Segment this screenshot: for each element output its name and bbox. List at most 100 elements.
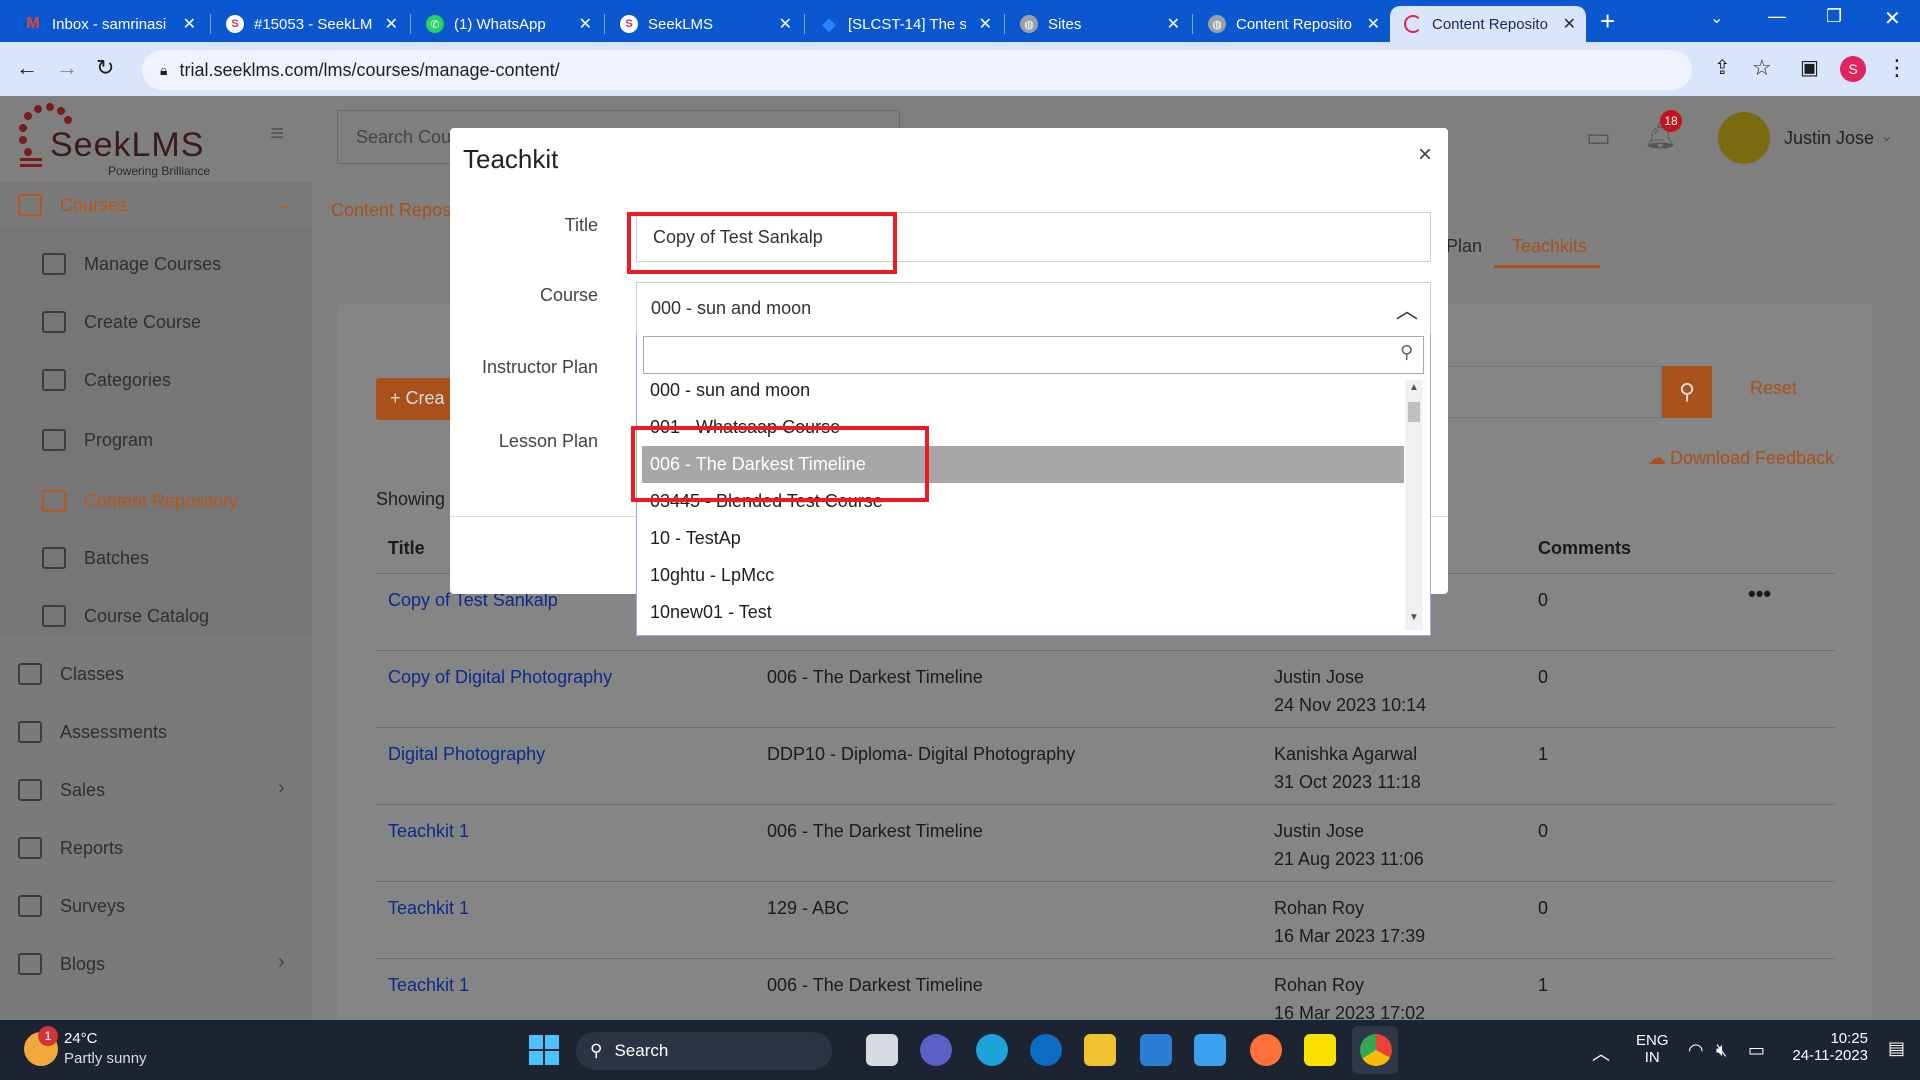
windows-start-icon[interactable] [528, 1034, 560, 1066]
sidebar-item-program[interactable]: Program [42, 429, 153, 451]
teams-icon[interactable] [920, 1034, 952, 1066]
forward-icon[interactable]: → [56, 55, 78, 81]
dropdown-search-input[interactable] [643, 336, 1424, 374]
share-icon[interactable]: ⇪ [1714, 55, 1731, 80]
calendar-icon[interactable] [1194, 1034, 1226, 1066]
sidebar-item-surveys[interactable]: Surveys [18, 895, 125, 917]
wifi-icon[interactable]: ◠ [1688, 1040, 1704, 1061]
tab-plan[interactable]: Plan [1446, 236, 1482, 257]
chrome-icon[interactable] [1360, 1034, 1392, 1066]
minimize-icon[interactable]: — [1768, 6, 1786, 27]
dropdown-option[interactable]: 10 - TestAp [642, 520, 1404, 557]
sidebar-item-courses[interactable]: Courses [18, 194, 127, 216]
tab-seeklms-ticket[interactable]: S #15053 - SeekLMS ✕ [212, 6, 408, 42]
row-title-link[interactable]: Teachkit 1 [388, 894, 469, 922]
task-view-icon[interactable] [866, 1034, 898, 1066]
user-name[interactable]: Justin Jose [1784, 128, 1874, 149]
tab-gmail[interactable]: M Inbox - samrinasi ✕ [10, 6, 206, 42]
browser-menu-icon[interactable]: ⋮ [1886, 55, 1908, 81]
reset-link[interactable]: Reset [1750, 378, 1797, 399]
sidebar-item-batches[interactable]: Batches [42, 547, 149, 569]
download-feedback-link[interactable]: ☁ Download Feedback [1648, 448, 1834, 469]
chevron-down-icon[interactable]: ⌄ [278, 194, 291, 214]
tab-content-repository[interactable]: ◍ Content Reposito ✕ [1194, 6, 1390, 42]
taskbar-search[interactable]: ⚲ Search [576, 1032, 832, 1070]
avatar[interactable] [1718, 112, 1770, 164]
file-explorer-icon[interactable] [1084, 1034, 1116, 1066]
chevron-down-icon[interactable]: ⌄ [1880, 126, 1893, 146]
notifications-icon[interactable]: ▤ [1888, 1038, 1905, 1059]
volume-muted-icon[interactable]: 🔇︎ [1716, 1040, 1727, 1061]
chevron-right-icon[interactable]: › [278, 777, 285, 800]
close-icon[interactable]: ✕ [1563, 14, 1576, 34]
tab-seeklms[interactable]: S SeekLMS ✕ [606, 6, 802, 42]
new-tab-button[interactable]: + [1600, 6, 1615, 37]
edge-icon[interactable] [976, 1034, 1008, 1066]
mail-icon[interactable] [1140, 1034, 1172, 1066]
more-actions-icon[interactable]: ••• [1748, 580, 1771, 608]
sidebar-item-reports[interactable]: Reports [18, 837, 123, 859]
sidebar-item-sales[interactable]: Sales [18, 779, 105, 801]
window-close-icon[interactable]: ✕ [1884, 6, 1901, 31]
tab-whatsapp[interactable]: ✆ (1) WhatsApp ✕ [412, 6, 602, 42]
sidebar-item-create-course[interactable]: Create Course [42, 311, 201, 333]
sidebar-item-blogs[interactable]: Blogs [18, 953, 105, 975]
modal-close-icon[interactable]: × [1418, 141, 1432, 169]
tab-jira[interactable]: ◆ [SLCST-14] The s ✕ [806, 6, 1002, 42]
chevron-right-icon[interactable]: › [278, 951, 285, 974]
hamburger-menu-icon[interactable]: ≡ [270, 122, 296, 146]
row-title-link[interactable]: Teachkit 1 [388, 817, 469, 845]
profile-avatar[interactable]: S [1840, 56, 1866, 82]
row-comments: 0 [1538, 821, 1549, 841]
row-author: Justin Jose 21 Aug 2023 11:06 [1274, 821, 1424, 869]
search-icon[interactable]: ⚲ [1662, 366, 1712, 418]
close-icon[interactable]: ✕ [385, 14, 398, 34]
side-panel-icon[interactable]: ▣ [1800, 55, 1819, 80]
back-icon[interactable]: ← [16, 55, 38, 81]
row-title-link[interactable]: Digital Photography [388, 740, 545, 768]
dropdown-option[interactable]: 10ghtu - LpMcc [642, 557, 1404, 594]
sidebar-item-assessments[interactable]: Assessments [18, 721, 167, 743]
close-icon[interactable]: ✕ [979, 14, 992, 34]
clock[interactable]: 10:25 24-11-2023 [1784, 1030, 1868, 1064]
row-course: 006 - The Darkest Timeline [767, 667, 983, 687]
create-teachkit-button[interactable]: + Crea [376, 378, 452, 420]
course-select[interactable]: 000 - sun and moon ︿ [636, 282, 1431, 334]
tab-sites[interactable]: ◍ Sites ✕ [1006, 6, 1190, 42]
sidebar-item-classes[interactable]: Classes [18, 663, 124, 685]
close-icon[interactable]: ✕ [1367, 14, 1380, 34]
address-bar[interactable]: 🔒︎ trial.seeklms.com/lms/courses/manage-… [142, 50, 1692, 90]
teamviewer-icon[interactable] [1030, 1034, 1062, 1066]
reload-icon[interactable]: ↻ [96, 55, 114, 81]
row-title-link[interactable]: Teachkit 1 [388, 971, 469, 999]
chat-icon[interactable]: ▭ [1586, 122, 1611, 153]
close-icon[interactable]: ✕ [579, 14, 592, 34]
close-icon[interactable]: ✕ [779, 14, 792, 34]
close-icon[interactable]: ✕ [1167, 14, 1180, 34]
language-indicator[interactable]: ENG IN [1636, 1032, 1669, 1066]
bookmark-star-icon[interactable]: ☆ [1752, 55, 1772, 81]
close-icon[interactable]: ✕ [183, 14, 196, 34]
tab-teachkits[interactable]: Teachkits [1494, 228, 1600, 268]
tab-content-repository-active[interactable]: Content Reposito ✕ [1390, 6, 1586, 42]
whatsapp-icon: ✆ [426, 15, 444, 33]
row-comments: 0 [1538, 590, 1549, 610]
tray-expand-icon[interactable]: ︿ [1592, 1040, 1610, 1066]
weather-temp[interactable]: 24°C [64, 1030, 98, 1047]
sidebar-item-content-repository[interactable]: Content Repository [42, 490, 238, 512]
sidebar-item-manage-courses[interactable]: Manage Courses [42, 253, 221, 275]
chevron-up-icon[interactable]: ︿ [1396, 293, 1418, 325]
filter-search-input[interactable] [1428, 366, 1662, 418]
sidebar-item-categories[interactable]: Categories [42, 369, 171, 391]
firefox-icon[interactable] [1250, 1034, 1282, 1066]
dropdown-option[interactable]: 10new01 - Test [642, 594, 1404, 631]
sidebar-item-course-catalog[interactable]: Course Catalog [42, 605, 209, 627]
weather-desc[interactable]: Partly sunny [64, 1050, 147, 1067]
dropdown-scrollbar[interactable]: ▲ ▼ [1405, 380, 1423, 630]
tab-search-icon[interactable]: ⌄ [1710, 8, 1723, 28]
row-title-link[interactable]: Copy of Digital Photography [388, 663, 612, 691]
dropdown-option[interactable]: 000 - sun and moon [642, 372, 1404, 409]
battery-icon[interactable]: ▭ [1748, 1040, 1765, 1061]
restore-icon[interactable]: ❐ [1826, 6, 1842, 27]
sticky-notes-icon[interactable] [1304, 1034, 1336, 1066]
